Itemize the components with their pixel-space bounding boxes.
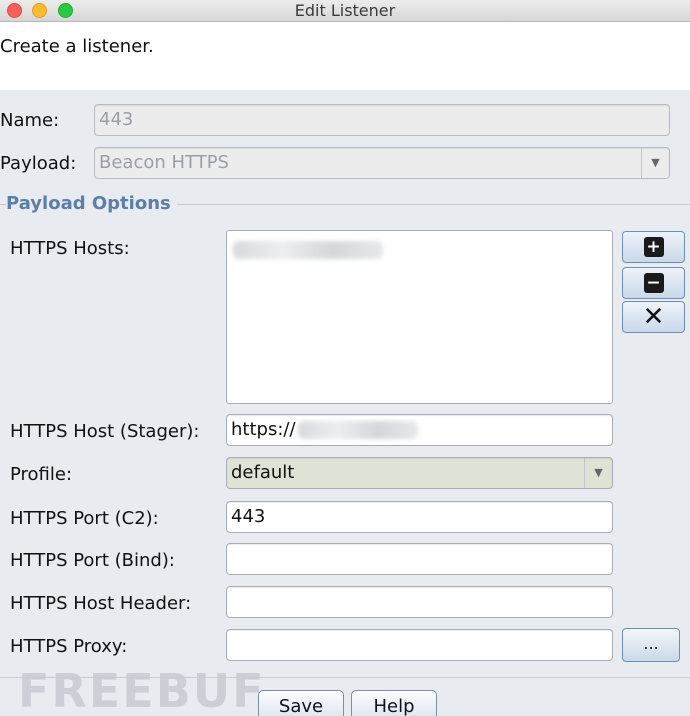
https-hosts-label: HTTPS Hosts: (10, 238, 130, 259)
x-icon: ✕ (642, 302, 665, 332)
plus-icon: + (643, 237, 664, 257)
add-host-button[interactable]: + (622, 231, 685, 263)
minus-icon: − (643, 273, 664, 293)
port-bind-label: HTTPS Port (Bind): (10, 550, 175, 571)
hosts-list-item[interactable] (233, 239, 383, 259)
header-description: Create a listener. (0, 36, 154, 57)
payload-options-title: Payload Options (6, 193, 177, 214)
https-hosts-list[interactable] (226, 230, 613, 404)
stager-value: https:// (231, 419, 296, 440)
redacted-stager-host (297, 421, 418, 439)
name-value: 443 (99, 109, 134, 130)
button-bar-divider (0, 677, 690, 678)
dialog-header: Create a listener. (0, 22, 690, 90)
profile-label: Profile: (10, 464, 73, 485)
name-field[interactable]: 443 (94, 104, 670, 136)
title-bar: Edit Listener (0, 0, 690, 22)
redacted-host (233, 240, 383, 259)
save-button[interactable]: Save (258, 690, 344, 716)
proxy-settings-button[interactable]: ... (622, 628, 680, 662)
window-title: Edit Listener (294, 1, 396, 20)
freebuf-watermark: FREEBUF (18, 664, 266, 716)
clear-hosts-button[interactable]: ✕ (622, 301, 685, 333)
port-c2-field[interactable]: 443 (226, 501, 613, 533)
port-bind-field[interactable] (226, 543, 613, 575)
port-c2-label: HTTPS Port (C2): (10, 508, 159, 529)
host-header-field[interactable] (226, 586, 613, 618)
chevron-down-icon: ▼ (584, 458, 612, 488)
payload-select[interactable]: Beacon HTTPS ▼ (94, 147, 670, 179)
host-header-label: HTTPS Host Header: (10, 593, 192, 614)
profile-value: default (231, 462, 295, 483)
payload-label: Payload: (0, 153, 77, 174)
help-button[interactable]: Help (351, 690, 437, 716)
stager-field[interactable]: https:// (226, 414, 613, 446)
stager-label: HTTPS Host (Stager): (10, 421, 200, 442)
proxy-field[interactable] (226, 629, 613, 661)
name-label: Name: (0, 110, 60, 131)
payload-value: Beacon HTTPS (99, 152, 229, 173)
profile-select[interactable]: default ▼ (226, 457, 613, 489)
remove-host-button[interactable]: − (622, 267, 685, 299)
port-c2-value: 443 (231, 506, 266, 527)
proxy-label: HTTPS Proxy: (10, 636, 128, 657)
chevron-down-icon: ▼ (641, 148, 669, 178)
